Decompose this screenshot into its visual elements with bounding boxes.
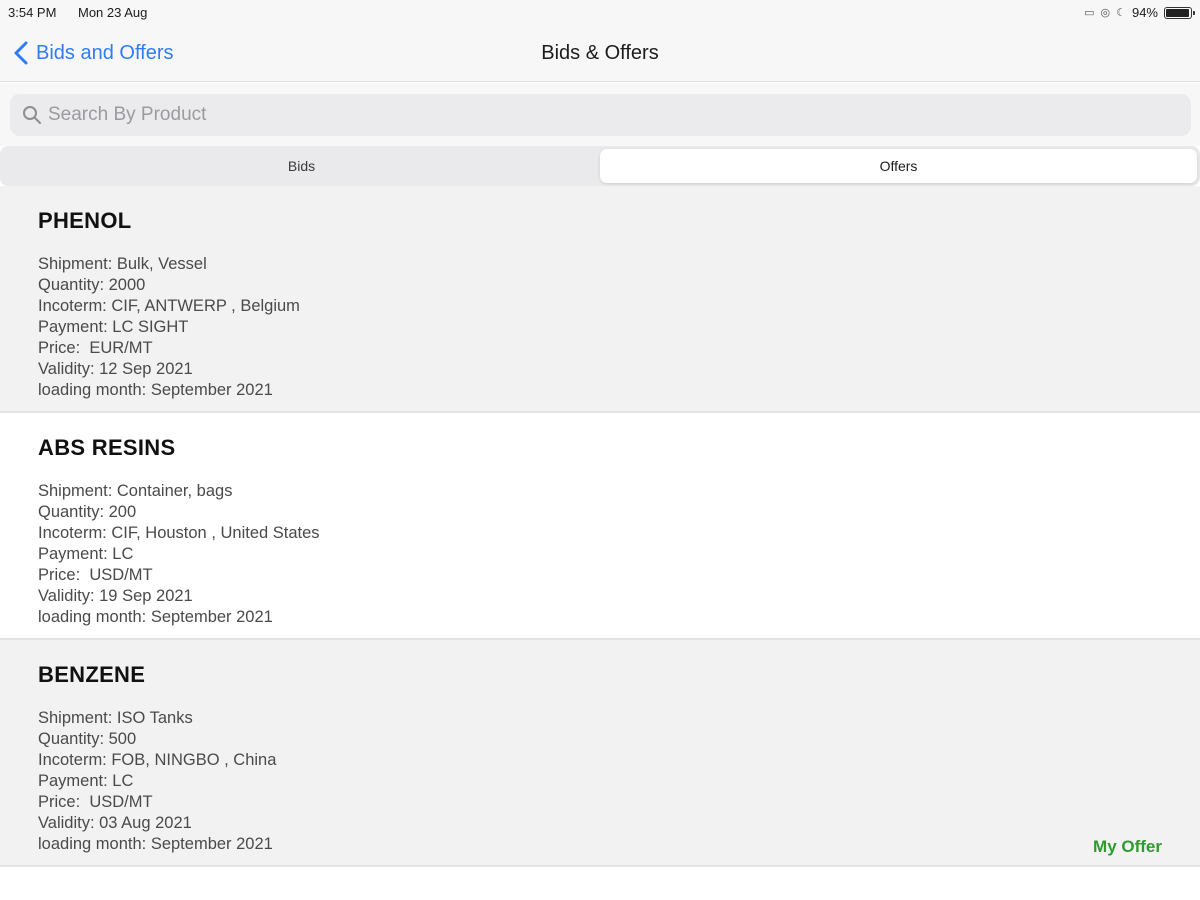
validity-text: Validity: 03 Aug 2021 <box>38 814 192 832</box>
do-not-disturb-moon-icon: ☾ <box>1116 7 1126 19</box>
search-input[interactable] <box>48 104 1148 126</box>
battery-percent: 94% <box>1131 5 1158 20</box>
segment-bids[interactable]: Bids <box>3 149 600 183</box>
price-text: Price: USD/MT <box>38 566 153 584</box>
battery-icon <box>1164 6 1195 19</box>
status-bar: 3:54 PM Mon 23 Aug ▭ ◎ ☾ 94% <box>0 0 1200 26</box>
offer-details: Shipment: Bulk, Vessel Quantity: 2000 In… <box>38 254 1162 401</box>
status-indicators: ▭ ◎ ☾ 94% <box>1084 5 1195 20</box>
shipment-text: Shipment: ISO Tanks <box>38 709 193 727</box>
quantity-text: Quantity: 200 <box>38 503 137 521</box>
offer-item[interactable]: ABS RESINS Shipment: Container, bags Qua… <box>0 413 1200 640</box>
my-offer-tag[interactable]: My Offer <box>1093 837 1162 857</box>
price-text: Price: USD/MT <box>38 793 153 811</box>
validity-text: Validity: 19 Sep 2021 <box>38 587 193 605</box>
offers-list: PHENOL Shipment: Bulk, Vessel Quantity: … <box>0 186 1200 867</box>
payment-text: Payment: LC <box>38 772 134 790</box>
product-title: ABS RESINS <box>38 435 176 460</box>
shipment-text: Shipment: Container, bags <box>38 482 233 500</box>
payment-text: Payment: LC <box>38 545 134 563</box>
validity-text: Validity: 12 Sep 2021 <box>38 360 193 378</box>
search-bar <box>0 83 1200 146</box>
shipment-text: Shipment: Bulk, Vessel <box>38 255 207 273</box>
page-title: Bids & Offers <box>541 42 659 64</box>
offer-item[interactable]: BENZENE Shipment: ISO Tanks Quantity: 50… <box>0 640 1200 867</box>
loading-month-text: loading month: September 2021 <box>38 608 273 626</box>
navigation-bar: Bids and Offers Bids & Offers <box>0 26 1200 82</box>
quantity-text: Quantity: 500 <box>38 730 137 748</box>
loading-month-text: loading month: September 2021 <box>38 381 273 399</box>
search-icon <box>23 106 41 124</box>
price-text: Price: EUR/MT <box>38 339 153 357</box>
status-date: Mon 23 Aug <box>78 5 148 20</box>
incoterm-text: Incoterm: FOB, NINGBO , China <box>38 751 277 769</box>
quantity-text: Quantity: 2000 <box>38 276 146 294</box>
offer-details: Shipment: ISO Tanks Quantity: 500 Incote… <box>38 708 1162 855</box>
product-title: PHENOL <box>38 208 132 233</box>
location-icon: ◎ <box>1100 7 1111 19</box>
status-time: 3:54 PM <box>8 5 57 20</box>
offer-item[interactable]: PHENOL Shipment: Bulk, Vessel Quantity: … <box>0 186 1200 413</box>
loading-month-text: loading month: September 2021 <box>38 835 273 853</box>
search-field[interactable] <box>10 94 1191 136</box>
bids-offers-segmented-control: Bids Offers <box>0 146 1200 186</box>
segment-offers[interactable]: Offers <box>600 149 1197 183</box>
payment-text: Payment: LC SIGHT <box>38 318 189 336</box>
product-title: BENZENE <box>38 662 146 687</box>
offer-details: Shipment: Container, bags Quantity: 200 … <box>38 481 1162 628</box>
incoterm-text: Incoterm: CIF, ANTWERP , Belgium <box>38 297 300 315</box>
battery-level-fill <box>1166 8 1189 17</box>
screen-mirroring-icon: ▭ <box>1084 7 1095 19</box>
incoterm-text: Incoterm: CIF, Houston , United States <box>38 524 320 542</box>
